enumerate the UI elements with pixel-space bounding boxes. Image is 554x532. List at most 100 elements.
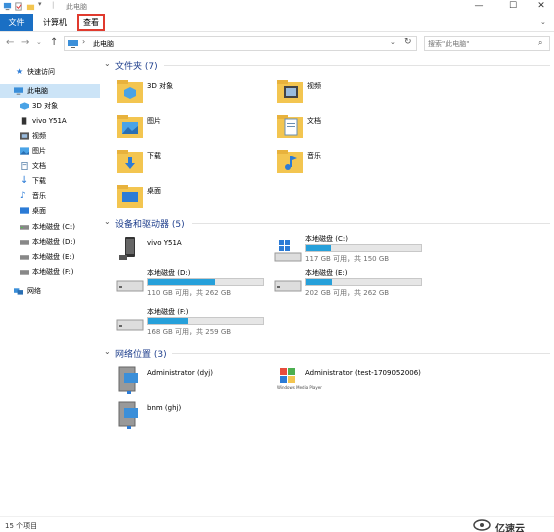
recent-dropdown-icon[interactable]: ⌄ [36,38,42,46]
network-location-ghj[interactable]: bnm (ghj) [116,400,276,432]
sidebar-item-documents[interactable]: 文档 [0,159,100,173]
drive-free-text: 117 GB 可用，共 150 GB [305,255,390,263]
new-folder-icon[interactable] [26,2,35,11]
drive-icon [20,225,29,230]
drive-usage-bar [147,317,264,325]
network-location-label: bnm (ghj) [147,404,182,412]
minimize-button[interactable]: — [468,0,490,13]
breadcrumb[interactable]: 此电脑 [93,38,114,50]
folder-desktop[interactable]: 桌面 [116,182,266,214]
download-arrow-icon: ↓ [20,175,29,186]
refresh-icon[interactable]: ↻ [404,37,412,47]
tab-file[interactable]: 文件 [0,14,33,31]
phone-icon [119,237,135,260]
drive-free-text: 110 GB 可用，共 262 GB [147,289,232,297]
star-icon: ★ [16,67,24,76]
title-bar: ▾ | 此电脑 — ☐ ✕ [0,0,554,13]
navigation-bar: ← → ⌄ ↑ › 此电脑 ⌄ ↻ ⌕ [0,33,554,53]
up-arrow-icon[interactable]: ↑ [50,37,58,48]
divider [164,65,550,66]
chevron-down-icon: ⌄ [104,59,111,68]
address-dropdown-icon[interactable]: ⌄ [390,38,396,46]
maximize-button[interactable]: ☐ [502,0,524,13]
sidebar-item-label: 本地磁盘 (F:) [32,268,74,276]
sidebar-item-this-pc[interactable]: 此电脑 [0,84,100,98]
window-title: 此电脑 [66,3,87,11]
sidebar-item-label: 本地磁盘 (C:) [32,223,75,231]
divider [172,353,550,354]
folder-documents[interactable]: 文档 [276,112,426,144]
network-location-test[interactable]: Windows Media Player Administrator (test… [274,365,474,397]
sidebar-item-drive-d[interactable]: 本地磁盘 (D:) [0,235,100,249]
sidebar-item-drive-c[interactable]: 本地磁盘 (C:) [0,220,100,234]
sidebar-item-phone[interactable]: vivo Y51A [0,114,100,128]
tab-view[interactable]: 查看 [77,14,105,31]
folder-3d-objects[interactable]: 3D 对象 [116,77,266,109]
drive-e[interactable]: 本地磁盘 (E:) 202 GB 可用，共 262 GB [274,269,434,301]
pictures-folder-icon [117,115,143,138]
drive-d[interactable]: 本地磁盘 (D:) 110 GB 可用，共 262 GB [116,269,276,301]
folder-music[interactable]: 音乐 [276,147,426,179]
forward-arrow-icon[interactable]: → [21,37,29,48]
status-bar: 15 个项目 亿速云 [0,516,554,532]
drive-label: 本地磁盘 (E:) [305,269,348,277]
group-header-folders[interactable]: ⌄ 文件夹 (7) [102,59,550,72]
drive-c[interactable]: 本地磁盘 (C:) 117 GB 可用，共 150 GB [274,235,434,267]
quick-access-dropdown-icon[interactable]: ▾ [38,0,47,9]
sidebar-item-drive-f[interactable]: 本地磁盘 (F:) [0,265,100,279]
network-location-dyj[interactable]: Administrator (dyj) [116,365,276,397]
properties-icon[interactable] [14,2,23,11]
group-header-network[interactable]: ⌄ 网络位置 (3) [102,347,550,360]
drive-label: 本地磁盘 (F:) [147,308,189,316]
back-arrow-icon[interactable]: ← [6,37,14,48]
sidebar-item-label: 本地磁盘 (E:) [32,253,75,261]
search-icon: ⌕ [538,38,543,47]
sidebar-item-label: vivo Y51A [32,117,67,125]
sidebar-item-drive-e[interactable]: 本地磁盘 (E:) [0,250,100,264]
group-title: 文件夹 (7) [115,62,158,72]
tab-computer[interactable]: 计算机 [40,14,70,31]
watermark-text: 亿速云 [495,524,525,532]
sidebar-item-label: 3D 对象 [32,102,59,110]
sidebar-item-label: 此电脑 [27,87,48,95]
drive-icon [116,319,144,331]
address-field[interactable]: › 此电脑 ⌄ ↻ [64,36,417,51]
sidebar-item-label: 文档 [32,162,46,170]
sidebar-item-label: 视频 [32,132,46,140]
close-button[interactable]: ✕ [530,0,552,13]
drive-usage-fill [148,279,215,285]
sidebar-item-network[interactable]: 网络 [0,284,100,298]
drive-icon [20,270,29,275]
folder-videos[interactable]: 视频 [276,77,426,109]
watermark-logo-icon [473,519,491,531]
sidebar-item-desktop[interactable]: 桌面 [0,204,100,218]
search-input[interactable] [428,38,533,50]
drive-free-text: 168 GB 可用，共 259 GB [147,328,232,336]
sidebar-item-label: 音乐 [32,192,46,200]
desktop-icon [20,207,29,214]
folder-label: 文档 [307,117,321,125]
computer-icon [14,87,23,95]
drive-f[interactable]: 本地磁盘 (F:) 168 GB 可用，共 259 GB [116,308,276,340]
content-pane: ⌄ 文件夹 (7) 3D 对象 视频 图片 文档 下载 音乐 桌面 ⌄ 设备和驱… [102,55,554,515]
device-phone[interactable]: vivo Y51A [116,235,266,267]
folder-downloads[interactable]: 下载 [116,147,266,179]
sidebar-item-3d-objects[interactable]: 3D 对象 [0,99,100,113]
sidebar-item-quick-access[interactable]: ★ 快速访问 [0,65,100,79]
drive-icon [20,240,29,245]
expand-ribbon-icon[interactable]: ⌄ [540,18,546,26]
search-field[interactable]: ⌕ [424,36,550,51]
sidebar-item-label: 下载 [32,177,46,185]
sidebar-item-music[interactable]: ♪ 音乐 [0,189,100,203]
sidebar-item-downloads[interactable]: ↓ 下载 [0,174,100,188]
network-location-label: Administrator (dyj) [147,369,213,377]
folder-pictures[interactable]: 图片 [116,112,266,144]
sidebar-item-videos[interactable]: 视频 [0,129,100,143]
drive-icon [116,280,144,292]
drive-usage-bar [305,244,422,252]
music-folder-icon [277,150,303,173]
chevron-down-icon: ⌄ [104,217,111,226]
sidebar-item-pictures[interactable]: 图片 [0,144,100,158]
group-header-devices[interactable]: ⌄ 设备和驱动器 (5) [102,217,550,230]
drive-usage-fill [148,318,189,324]
